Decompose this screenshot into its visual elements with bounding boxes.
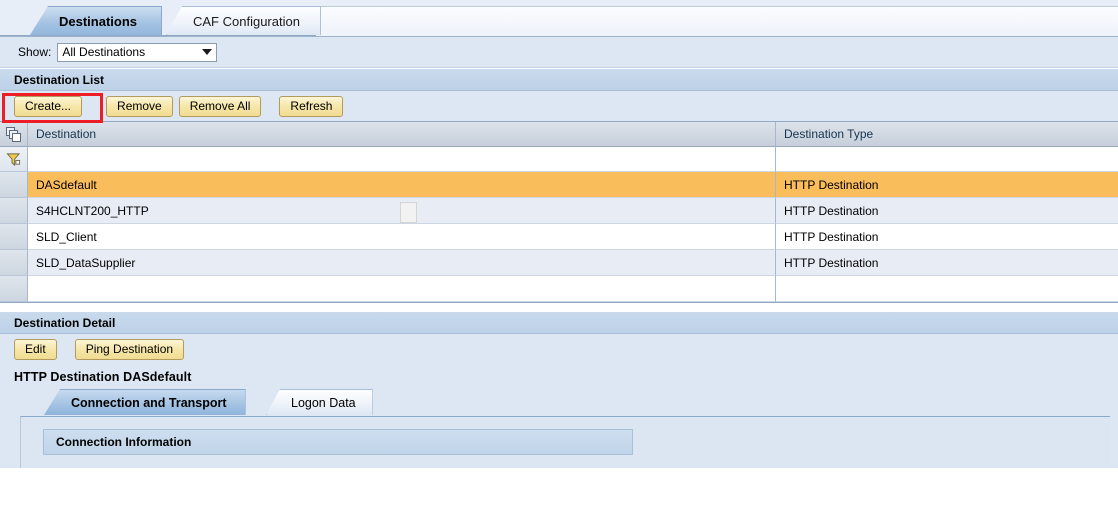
table-row[interactable]: [0, 276, 1118, 302]
detail-heading: HTTP Destination DASdefault: [14, 370, 192, 384]
destination-list-table: Destination Destination Type DASdefault …: [0, 121, 1118, 302]
filter-input-destination[interactable]: [28, 147, 776, 172]
table-row[interactable]: SLD_DataSupplier HTTP Destination: [0, 250, 1118, 276]
connection-information-header: Connection Information: [43, 429, 633, 455]
ping-destination-button[interactable]: Ping Destination: [74, 338, 185, 360]
tab-connection-and-transport[interactable]: Connection and Transport: [44, 389, 246, 415]
remove-all-button[interactable]: Remove All: [178, 95, 262, 117]
row-handle[interactable]: [0, 224, 28, 250]
connection-transport-panel: Connection Information: [20, 416, 1110, 468]
table-row[interactable]: DASdefault HTTP Destination: [0, 172, 1118, 198]
destination-detail-header: Destination Detail: [0, 311, 1118, 334]
cell-destination: [28, 276, 776, 302]
filter-input-destination-type[interactable]: [776, 147, 1118, 172]
connection-information-label: Connection Information: [56, 435, 192, 449]
destination-detail-title: Destination Detail: [14, 315, 116, 330]
tab-destinations-label: Destinations: [59, 13, 138, 29]
cursor-artifact: [400, 202, 417, 223]
tab-caf-configuration-label: CAF Configuration: [193, 13, 300, 29]
show-label: Show:: [18, 45, 52, 59]
section-spacer: [0, 302, 1118, 311]
cell-destination-type: HTTP Destination: [776, 224, 1118, 250]
row-handle[interactable]: [0, 198, 28, 224]
cell-destination-type: HTTP Destination: [776, 172, 1118, 198]
row-handle[interactable]: [0, 250, 28, 276]
cell-destination: SLD_DataSupplier: [28, 250, 776, 276]
cell-destination-type: [776, 276, 1118, 302]
main-tabstrip: CAF Configuration Destinations: [0, 0, 1118, 37]
show-dropdown[interactable]: All Destinations: [57, 42, 218, 62]
filter-toggle-cell[interactable]: [0, 147, 28, 172]
table-row[interactable]: SLD_Client HTTP Destination: [0, 224, 1118, 250]
create-button[interactable]: Create...: [14, 95, 83, 117]
remove-button[interactable]: Remove: [106, 95, 173, 117]
destination-list-header: Destination List: [0, 68, 1118, 91]
table-filter-row: [0, 147, 1118, 172]
table-row[interactable]: S4HCLNT200_HTTP HTTP Destination: [0, 198, 1118, 224]
tabstrip-filler: [316, 6, 1118, 36]
cell-destination: SLD_Client: [28, 224, 776, 250]
tab-destinations[interactable]: Destinations: [30, 6, 163, 35]
table-header-row: Destination Destination Type: [0, 122, 1118, 147]
tab-connection-and-transport-label: Connection and Transport: [71, 395, 227, 410]
select-all-cell[interactable]: [0, 122, 28, 147]
column-header-destination-type[interactable]: Destination Type: [776, 122, 1118, 147]
show-dropdown-value: All Destinations: [62, 45, 146, 59]
column-header-destination[interactable]: Destination: [28, 122, 776, 147]
destination-detail-toolbar: Edit Ping Destination: [0, 334, 1118, 364]
cell-destination-type: HTTP Destination: [776, 198, 1118, 224]
detail-tabstrip: Logon Data Connection and Transport: [20, 389, 1118, 416]
chevron-down-icon: [202, 49, 213, 55]
tab-logon-data-label: Logon Data: [291, 395, 356, 410]
refresh-button[interactable]: Refresh: [279, 95, 344, 117]
filter-funnel-icon: [6, 152, 21, 166]
show-filter-bar: Show: All Destinations: [0, 37, 1118, 68]
tab-logon-data[interactable]: Logon Data: [266, 389, 373, 415]
cell-destination: DASdefault: [28, 172, 776, 198]
edit-button[interactable]: Edit: [14, 338, 57, 360]
tab-caf-configuration[interactable]: CAF Configuration: [166, 6, 321, 35]
row-handle[interactable]: [0, 172, 28, 198]
destination-detail-body: HTTP Destination DASdefault Logon Data C…: [0, 364, 1118, 468]
destination-list-title: Destination List: [14, 72, 105, 87]
row-handle[interactable]: [0, 276, 28, 302]
cell-destination-type: HTTP Destination: [776, 250, 1118, 276]
select-all-copy-icon: [6, 126, 21, 142]
destination-list-toolbar: Create... Remove Remove All Refresh: [0, 91, 1118, 123]
